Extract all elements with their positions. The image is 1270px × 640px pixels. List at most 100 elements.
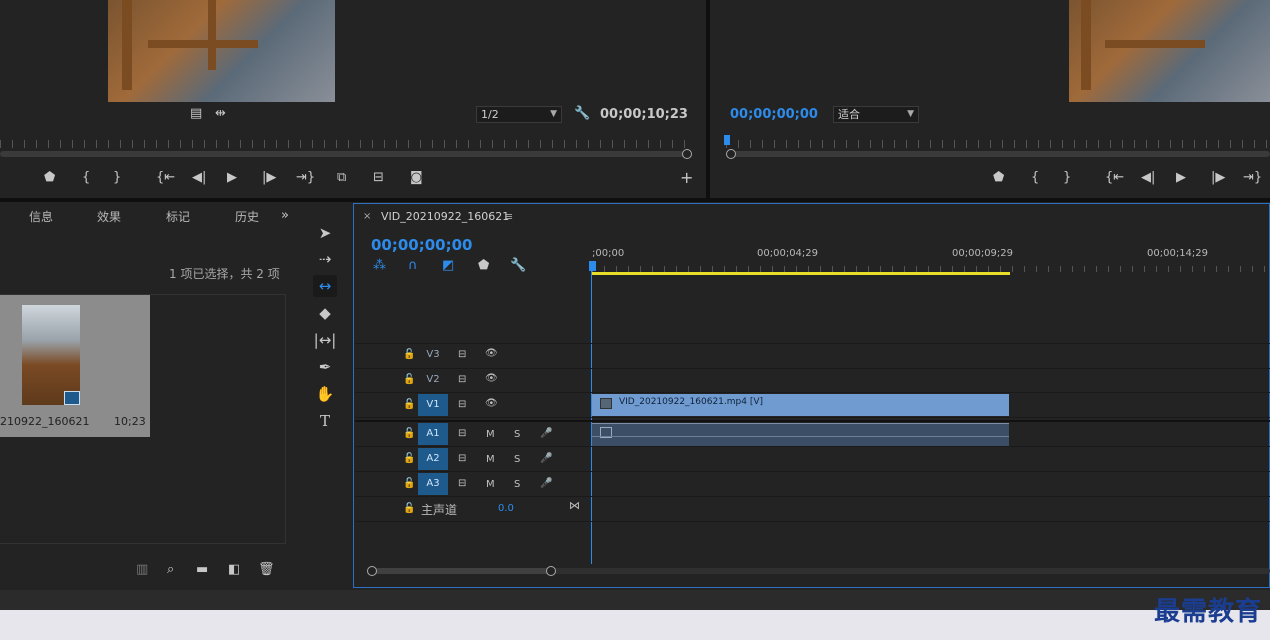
- mark-out-icon[interactable]: }: [113, 170, 121, 186]
- step-back-icon[interactable]: ◀|: [1141, 170, 1155, 186]
- hand-tool-icon[interactable]: ✋: [313, 383, 337, 405]
- track-select-tool-icon[interactable]: ⇢: [313, 248, 337, 270]
- timeline-timecode[interactable]: 00;00;00;00: [371, 236, 473, 254]
- new-bin-icon[interactable]: ▬: [196, 562, 208, 578]
- track-label-v2[interactable]: V2: [418, 369, 448, 391]
- slip-tool-icon[interactable]: |↔|: [313, 329, 337, 351]
- project-item-card[interactable]: 210922_160621 10;23: [0, 295, 150, 437]
- overwrite-icon[interactable]: ⊟: [373, 170, 384, 186]
- camera-icon[interactable]: ◙: [410, 170, 423, 186]
- add-marker-icon[interactable]: ⬟: [478, 258, 489, 274]
- master-end-icon[interactable]: ⋈: [569, 499, 580, 512]
- track-label-v1[interactable]: V1: [418, 394, 448, 416]
- program-playhead[interactable]: [724, 135, 730, 145]
- eye-icon[interactable]: 👁: [485, 348, 498, 359]
- timeline-zoom-left-handle[interactable]: [367, 566, 377, 576]
- sequence-tab[interactable]: VID_20210922_160621: [381, 210, 509, 223]
- sync-lock-icon[interactable]: ⊟: [458, 453, 466, 464]
- mark-out-icon[interactable]: }: [1063, 170, 1071, 186]
- audio-clip[interactable]: [592, 423, 1009, 446]
- source-zoom-handle[interactable]: [682, 149, 692, 159]
- go-to-in-icon[interactable]: {⇤: [156, 170, 175, 186]
- tab-history[interactable]: 历史: [235, 208, 259, 225]
- source-time-ruler[interactable]: [0, 140, 690, 148]
- lock-icon[interactable]: 🔓: [403, 374, 415, 385]
- timeline-zoom-right-handle[interactable]: [546, 566, 556, 576]
- play-icon[interactable]: ▶: [1176, 170, 1186, 186]
- program-zoom-handle[interactable]: [726, 149, 736, 159]
- linked-selection-icon[interactable]: ◩: [442, 258, 454, 274]
- new-item-icon[interactable]: ◧: [228, 562, 240, 578]
- timeline-playhead-head[interactable]: [589, 261, 596, 271]
- lock-icon[interactable]: 🔓: [403, 478, 415, 489]
- eye-icon[interactable]: 👁: [485, 398, 498, 409]
- razor-tool-icon[interactable]: ◆: [313, 302, 337, 324]
- pen-tool-icon[interactable]: ✒: [313, 356, 337, 378]
- close-icon[interactable]: ×: [363, 211, 371, 222]
- mark-in-icon[interactable]: {: [82, 170, 90, 186]
- lock-icon[interactable]: 🔓: [403, 349, 415, 360]
- go-to-out-icon[interactable]: ⇥}: [296, 170, 315, 186]
- ripple-edit-tool-icon[interactable]: ↔: [313, 275, 337, 297]
- sync-lock-icon[interactable]: ⊟: [458, 428, 466, 439]
- track-label-a3[interactable]: A3: [418, 473, 448, 495]
- source-zoom-bar[interactable]: [0, 151, 684, 157]
- step-forward-icon[interactable]: |▶: [1211, 170, 1225, 186]
- sync-lock-icon[interactable]: ⊟: [458, 374, 466, 385]
- go-to-out-icon[interactable]: ⇥}: [1243, 170, 1262, 186]
- tab-info[interactable]: 信息: [29, 208, 53, 225]
- lock-icon[interactable]: 🔓: [403, 428, 415, 439]
- play-icon[interactable]: ▶: [227, 170, 237, 186]
- wrench-icon[interactable]: 🔧: [574, 106, 590, 122]
- solo-button[interactable]: S: [514, 479, 520, 490]
- snap-icon[interactable]: ∩: [408, 258, 418, 274]
- microphone-icon[interactable]: 🎤: [540, 428, 552, 439]
- microphone-icon[interactable]: 🎤: [540, 453, 552, 464]
- lock-icon[interactable]: 🔓: [403, 503, 415, 514]
- mute-button[interactable]: M: [486, 479, 495, 490]
- trash-icon[interactable]: 🗑: [258, 562, 275, 578]
- lock-icon[interactable]: 🔓: [403, 453, 415, 464]
- lock-icon[interactable]: 🔓: [403, 399, 415, 410]
- mark-in-icon[interactable]: {: [1031, 170, 1039, 186]
- video-clip[interactable]: VID_20210922_160621.mp4 [V]: [592, 394, 1009, 416]
- search-icon[interactable]: ⌕: [167, 562, 174, 578]
- microphone-icon[interactable]: 🎤: [540, 478, 552, 489]
- step-back-icon[interactable]: ◀|: [192, 170, 206, 186]
- tab-markers[interactable]: 标记: [166, 208, 190, 225]
- program-time-ruler[interactable]: [726, 140, 1270, 148]
- mute-button[interactable]: M: [486, 429, 495, 440]
- mute-button[interactable]: M: [486, 454, 495, 465]
- insert-icon[interactable]: ⧉: [337, 170, 346, 186]
- sync-lock-icon[interactable]: ⊟: [458, 478, 466, 489]
- timeline-settings-wrench-icon[interactable]: 🔧: [510, 258, 526, 274]
- drag-audio-only-icon[interactable]: ⇹: [215, 106, 226, 122]
- sync-lock-icon[interactable]: ⊟: [458, 349, 466, 360]
- tab-menu-icon[interactable]: ≡: [504, 210, 513, 223]
- panel-overflow-icon[interactable]: »: [281, 208, 289, 224]
- program-zoom-dropdown[interactable]: 适合 ▼: [833, 106, 919, 123]
- sync-lock-icon[interactable]: ⊟: [458, 399, 466, 410]
- go-to-in-icon[interactable]: {⇤: [1105, 170, 1124, 186]
- track-label-a2[interactable]: A2: [418, 448, 448, 470]
- work-area-bar[interactable]: [592, 272, 1010, 275]
- add-marker-icon[interactable]: ⬟: [993, 170, 1004, 186]
- program-zoom-bar[interactable]: [728, 151, 1270, 157]
- track-label-a1[interactable]: A1: [418, 423, 448, 445]
- nest-sequence-icon[interactable]: ⁂: [373, 258, 386, 274]
- type-tool-icon[interactable]: T: [313, 410, 337, 432]
- step-forward-icon[interactable]: |▶: [262, 170, 276, 186]
- timeline-zoom-thumb[interactable]: [374, 568, 550, 574]
- freeform-view-icon[interactable]: ▥: [136, 562, 148, 578]
- drag-video-only-icon[interactable]: ▤: [190, 106, 202, 122]
- add-marker-icon[interactable]: ⬟: [44, 170, 55, 186]
- master-volume-value[interactable]: 0.0: [498, 503, 514, 514]
- tab-effects[interactable]: 效果: [97, 208, 121, 225]
- track-label-v3[interactable]: V3: [418, 344, 448, 366]
- selection-tool-icon[interactable]: ➤: [313, 222, 337, 244]
- program-timecode[interactable]: 00;00;00;00: [730, 107, 818, 122]
- eye-icon[interactable]: 👁: [485, 373, 498, 384]
- source-scale-dropdown[interactable]: 1/2 ▼: [476, 106, 562, 123]
- source-timecode[interactable]: 00;00;10;23: [600, 107, 688, 122]
- solo-button[interactable]: S: [514, 454, 520, 465]
